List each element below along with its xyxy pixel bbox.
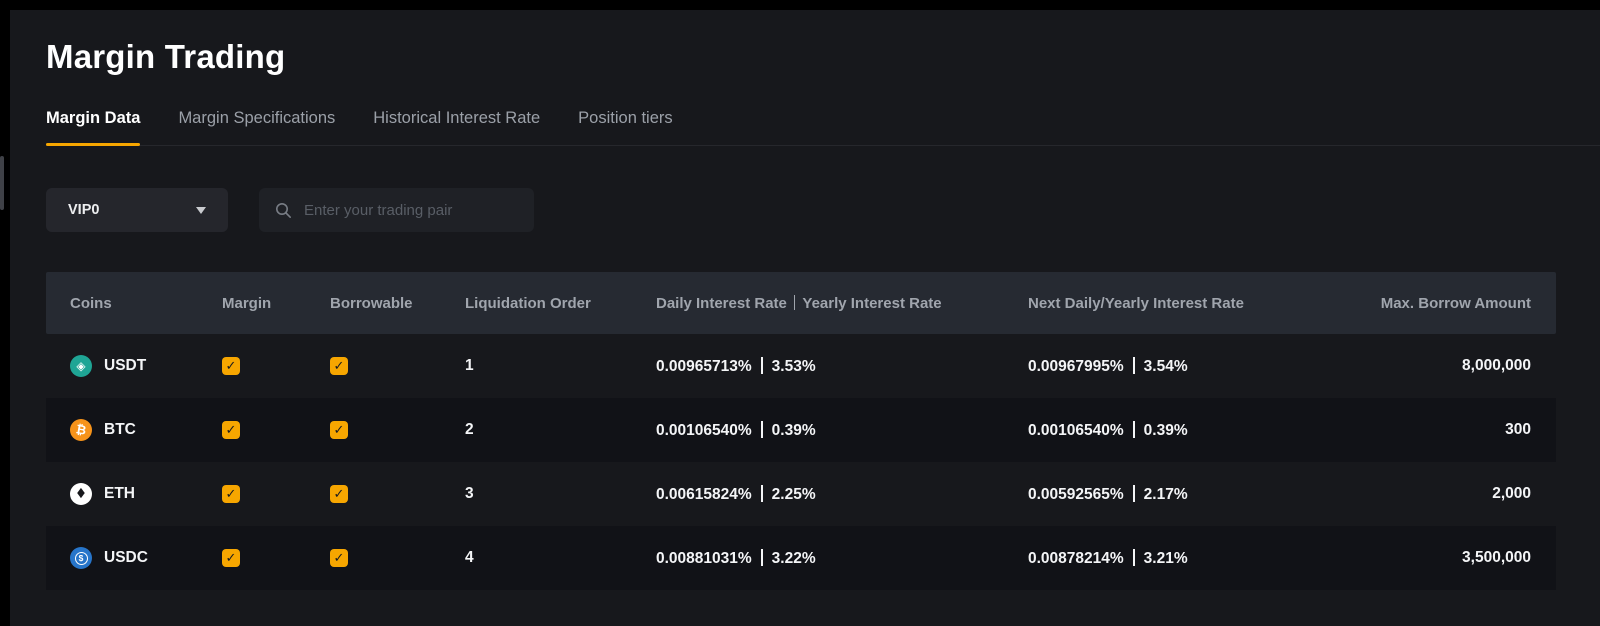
interest-rate-cell: 0.00965713% 3.53%	[656, 357, 1028, 376]
margin-trading-page: Margin Trading Margin Data Margin Specifi…	[10, 10, 1600, 626]
max-borrow-amount: 8,000,000	[1291, 357, 1531, 375]
interest-rate-cell: 0.00615824% 2.25%	[656, 485, 1028, 504]
coin-name: USDC	[104, 549, 148, 567]
column-header-borrowable: Borrowable	[330, 295, 465, 312]
daily-rate: 0.00592565%	[1028, 486, 1124, 503]
table-row-usdt: ◈ USDT 10.00965713% 3.53% 0.00967995% 3.54% 8,…	[46, 334, 1556, 398]
divider	[761, 549, 763, 566]
daily-rate: 0.00106540%	[1028, 422, 1124, 439]
yearly-rate: 3.21%	[1144, 550, 1188, 567]
daily-rate: 0.00881031%	[656, 550, 752, 567]
column-header-max-borrow: Max. Borrow Amount	[1291, 295, 1531, 312]
window: Margin Trading Margin Data Margin Specifi…	[0, 0, 1600, 626]
btc-coin-icon: ₿	[70, 419, 92, 441]
borrowable-checkbox[interactable]	[330, 549, 348, 567]
page-title: Margin Trading	[46, 10, 1600, 76]
coin-cell: $ USDC	[70, 547, 222, 569]
coin-cell: ◆ ETH	[70, 483, 222, 505]
margin-checkbox[interactable]	[222, 485, 240, 503]
divider	[1133, 549, 1135, 566]
divider	[1133, 485, 1135, 502]
divider	[761, 421, 763, 438]
column-header-interest-rate: Daily Interest RateYearly Interest Rate	[656, 295, 1028, 312]
coin-name: USDT	[104, 357, 146, 375]
coin-name: BTC	[104, 421, 136, 439]
tab-historical-interest-rate[interactable]: Historical Interest Rate	[373, 109, 540, 145]
search-box[interactable]	[259, 188, 534, 232]
max-borrow-amount: 3,500,000	[1291, 549, 1531, 567]
vip-level-value: VIP0	[68, 202, 99, 218]
divider	[761, 485, 763, 502]
vip-level-select[interactable]: VIP0	[46, 188, 228, 232]
divider	[1133, 357, 1135, 374]
daily-rate: 0.00967995%	[1028, 358, 1124, 375]
next-interest-rate-cell: 0.00967995% 3.54%	[1028, 357, 1291, 376]
liquidation-order: 1	[465, 357, 656, 375]
borrowable-checkbox[interactable]	[330, 421, 348, 439]
max-borrow-amount: 300	[1291, 421, 1531, 439]
eth-coin-icon: ◆	[70, 483, 92, 505]
next-interest-rate-cell: 0.00106540% 0.39%	[1028, 421, 1291, 440]
liquidation-order: 4	[465, 549, 656, 567]
next-interest-rate-cell: 0.00592565% 2.17%	[1028, 485, 1291, 504]
coin-name: ETH	[104, 485, 135, 503]
margin-checkbox[interactable]	[222, 421, 240, 439]
yearly-rate: 3.22%	[772, 550, 816, 567]
coin-cell: ₿ BTC	[70, 419, 222, 441]
yearly-rate: 3.54%	[1144, 358, 1188, 375]
tab-position-tiers[interactable]: Position tiers	[578, 109, 672, 145]
scrollbar-thumb[interactable]	[0, 156, 4, 210]
borrowable-checkbox[interactable]	[330, 485, 348, 503]
yearly-rate: 0.39%	[772, 422, 816, 439]
yearly-rate: 3.53%	[772, 358, 816, 375]
coin-cell: ◈ USDT	[70, 355, 222, 377]
table-body: ◈ USDT 10.00965713% 3.53% 0.00967995% 3.54% 8,…	[46, 334, 1556, 590]
borrowable-checkbox[interactable]	[330, 357, 348, 375]
tab-margin-specifications[interactable]: Margin Specifications	[178, 109, 335, 145]
liquidation-order: 3	[465, 485, 656, 503]
yearly-rate: 2.25%	[772, 486, 816, 503]
tab-margin-data[interactable]: Margin Data	[46, 109, 140, 145]
tab-bar: Margin Data Margin Specifications Historic…	[46, 109, 1600, 146]
search-input[interactable]	[302, 201, 518, 220]
usdc-coin-icon: $	[70, 547, 92, 569]
column-header-next-interest-rate: Next Daily/Yearly Interest Rate	[1028, 295, 1291, 312]
max-borrow-amount: 2,000	[1291, 485, 1531, 503]
daily-rate: 0.00878214%	[1028, 550, 1124, 567]
column-header-liquidation-order: Liquidation Order	[465, 295, 656, 312]
next-interest-rate-cell: 0.00878214% 3.21%	[1028, 549, 1291, 568]
table-header: Coins Margin Borrowable Liquidation Orde…	[46, 272, 1556, 334]
search-icon	[275, 202, 292, 219]
interest-rate-cell: 0.00881031% 3.22%	[656, 549, 1028, 568]
margin-data-table: Coins Margin Borrowable Liquidation Orde…	[46, 272, 1556, 590]
table-row-usdc: $ USDC 40.00881031% 3.22% 0.00878214% 3.21% 3,…	[46, 526, 1556, 590]
interest-rate-cell: 0.00106540% 0.39%	[656, 421, 1028, 440]
margin-checkbox[interactable]	[222, 357, 240, 375]
table-row-btc: ₿BTC20.00106540%0.39%0.00106540%0.39%300	[46, 398, 1556, 462]
daily-rate: 0.00106540%	[656, 422, 752, 439]
usdt-coin-icon: ◈	[70, 355, 92, 377]
filter-controls: VIP0	[46, 188, 1600, 232]
yearly-rate: 0.39%	[1144, 422, 1188, 439]
table-row-eth: ◆ ETH 30.00615824% 2.25% 0.00592565% 2.17% 2,0…	[46, 462, 1556, 526]
divider	[761, 357, 763, 374]
divider	[1133, 421, 1135, 438]
chevron-down-icon	[196, 207, 206, 214]
daily-rate: 0.00965713%	[656, 358, 752, 375]
yearly-rate: 2.17%	[1144, 486, 1188, 503]
liquidation-order: 2	[465, 421, 656, 439]
column-header-margin: Margin	[222, 295, 330, 312]
divider	[794, 295, 796, 310]
daily-rate: 0.00615824%	[656, 486, 752, 503]
margin-checkbox[interactable]	[222, 549, 240, 567]
column-header-coins: Coins	[70, 295, 222, 312]
